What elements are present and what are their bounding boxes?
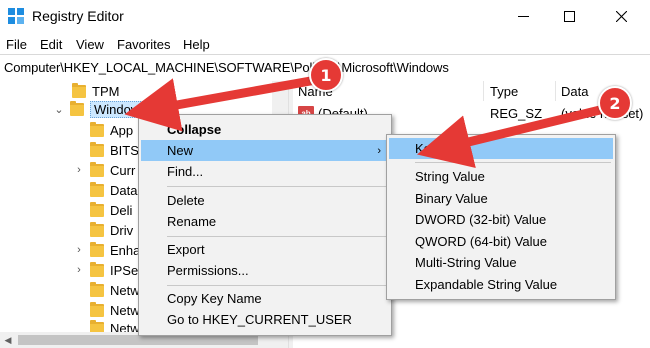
callout-arrow-2 <box>417 105 605 168</box>
callout-arrow-1 <box>124 75 321 132</box>
callout-badge-2: 2 <box>598 86 632 120</box>
callout-badge-1: 1 <box>309 58 343 92</box>
annotation-overlay <box>124 75 605 168</box>
